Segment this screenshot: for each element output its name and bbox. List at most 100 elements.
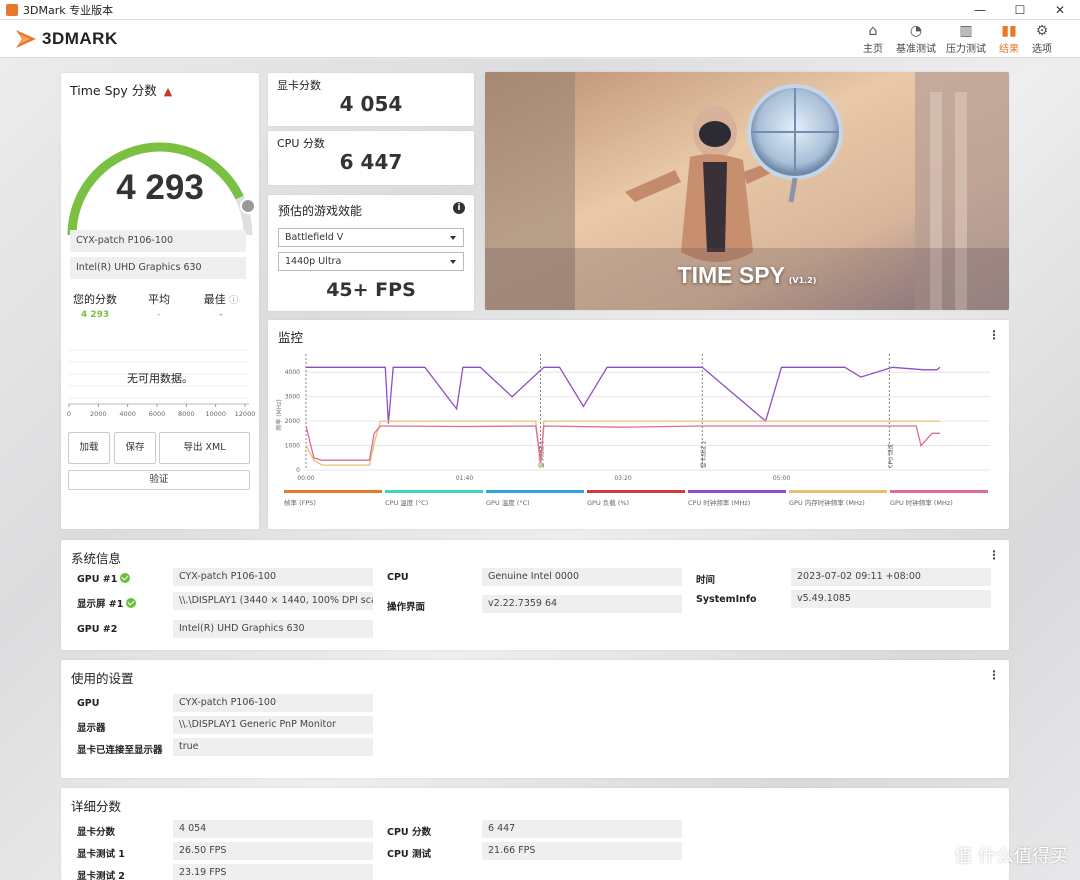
detail-gpu-score-label: 显卡分数 bbox=[77, 827, 116, 838]
gpu2-value: Intel(R) UHD Graphics 630 bbox=[173, 620, 373, 638]
warning-icon[interactable]: ▲ bbox=[164, 85, 172, 98]
your-score-label: 您的分数 bbox=[73, 293, 117, 306]
nav-benchmarks-label: 基准测试 bbox=[896, 44, 936, 55]
legend-item[interactable]: CPU 温度 (°C) bbox=[385, 490, 483, 510]
monitor-marker-label: 显卡测试 2 bbox=[699, 441, 707, 468]
gpu-score-value: 4 054 bbox=[339, 92, 403, 116]
nav-stress-label: 压力测试 bbox=[946, 44, 986, 55]
more-options-icon[interactable]: ⋮ bbox=[988, 668, 1000, 682]
nav-benchmarks[interactable]: ◔ 基准测试 bbox=[890, 22, 942, 55]
legend-label: CPU 时钟频率 (MHz) bbox=[688, 499, 751, 507]
detail-title: 详细分数 bbox=[71, 799, 122, 814]
window-title: 3DMark 专业版本 bbox=[23, 3, 114, 17]
minimize-button[interactable]: — bbox=[960, 0, 1000, 20]
legend-item[interactable]: GPU 负载 (%) bbox=[587, 490, 685, 510]
legend-swatch bbox=[890, 490, 988, 493]
maximize-button[interactable]: ☐ bbox=[1000, 0, 1040, 20]
legend-swatch bbox=[789, 490, 887, 493]
nav-results-label: 结果 bbox=[999, 44, 1019, 55]
legend-label: 帧率 (FPS) bbox=[284, 499, 316, 507]
gpu1-label: GPU #1 bbox=[77, 573, 131, 585]
systeminfo-label: SystemInfo bbox=[696, 594, 757, 605]
hero-title: TIME SPY bbox=[677, 262, 785, 288]
score-compare: 您的分数 4 293 平均 - 最佳 ⓘ - bbox=[61, 291, 259, 331]
nav-options-label: 选项 bbox=[1032, 44, 1052, 55]
average-value: - bbox=[157, 310, 161, 320]
load-button[interactable]: 加载 bbox=[68, 432, 110, 464]
window-titlebar: 3DMark 专业版本 — ☐ ✕ bbox=[0, 0, 1080, 20]
save-button[interactable]: 保存 bbox=[114, 432, 156, 464]
hero-image: TIME SPY (V1.2) bbox=[485, 72, 1009, 310]
legend-label: GPU 内存时钟频率 (MHz) bbox=[789, 499, 865, 507]
app-header: 3DMARK ⌂ 主页 ◔ 基准测试 ▥ 压力测试 ▮▮ 结果 ⚙ 选项 bbox=[0, 20, 1080, 58]
game-select[interactable]: Battlefield V bbox=[278, 228, 464, 247]
legend-swatch bbox=[688, 490, 786, 493]
legend-swatch bbox=[385, 490, 483, 493]
legend-label: GPU 时钟频率 (MHz) bbox=[890, 499, 953, 507]
legend-item[interactable]: 帧率 (FPS) bbox=[284, 490, 382, 510]
monitor-series-line bbox=[305, 425, 940, 463]
detailed-scores-card: 详细分数 显卡分数 4 054 显卡测试 1 26.50 FPS 显卡测试 2 … bbox=[61, 788, 1009, 880]
info-icon[interactable]: ⓘ bbox=[229, 296, 238, 306]
detail-gpu-test2-value: 23.19 FPS bbox=[173, 864, 373, 880]
watermark: 值 什么值得买 bbox=[954, 846, 1068, 867]
more-options-icon[interactable]: ⋮ bbox=[988, 548, 1000, 562]
dist-tick-label: 6000 bbox=[149, 410, 166, 418]
export-xml-button[interactable]: 导出 XML bbox=[159, 432, 250, 464]
dist-tick-label: 0 bbox=[67, 410, 71, 418]
hero-caption: TIME SPY (V1.2) bbox=[485, 262, 1009, 289]
cpu-value: Genuine Intel 0000 bbox=[482, 568, 682, 586]
monitor-xtick-label: 00:00 bbox=[297, 475, 314, 482]
dist-tick-label: 2000 bbox=[90, 410, 107, 418]
legend-item[interactable]: GPU 时钟频率 (MHz) bbox=[890, 490, 988, 510]
legend-label: GPU 温度 (°C) bbox=[486, 499, 530, 507]
legend-item[interactable]: CPU 时钟频率 (MHz) bbox=[688, 490, 786, 510]
time-value: 2023-07-02 09:11 +08:00 bbox=[791, 568, 991, 586]
no-data-text: 无可用数据。 bbox=[127, 372, 193, 385]
score-title-text: Time Spy 分数 bbox=[70, 83, 157, 98]
gpu-score-label: 显卡分数 bbox=[277, 79, 321, 92]
interface-label: 操作界面 bbox=[387, 602, 426, 613]
preset-select-value: 1440p Ultra bbox=[285, 256, 342, 267]
logo-mark-icon bbox=[16, 30, 36, 48]
monitor-ytick-label: 1000 bbox=[285, 443, 300, 450]
legend-swatch bbox=[284, 490, 382, 493]
system-info-title: 系统信息 bbox=[71, 551, 122, 566]
app-icon bbox=[6, 3, 18, 16]
logo: 3DMARK bbox=[14, 24, 118, 54]
settings-display-value: \\.\DISPLAY1 Generic PnP Monitor bbox=[173, 716, 373, 734]
settings-title: 使用的设置 bbox=[71, 671, 134, 686]
validate-button[interactable]: 验证 bbox=[68, 470, 250, 490]
dist-tick-label: 10000 bbox=[205, 410, 226, 418]
settings-connected-label: 显卡已连接至显示器 bbox=[77, 745, 163, 756]
monitor-ytick-label: 3000 bbox=[285, 394, 300, 401]
detail-gpu-test1-label: 显卡测试 1 bbox=[77, 849, 125, 860]
score-gpu-field: CYX-patch P106-100 bbox=[70, 230, 246, 252]
nav-home-label: 主页 bbox=[863, 44, 883, 55]
detail-cpu-test-label: CPU 测试 bbox=[387, 849, 431, 860]
time-label: 时间 bbox=[696, 575, 716, 586]
best-value: - bbox=[219, 310, 223, 320]
monitor-series-line bbox=[306, 366, 941, 424]
cpu-score-card: CPU 分数 6 447 bbox=[268, 131, 474, 185]
close-button[interactable]: ✕ bbox=[1040, 0, 1080, 20]
estimated-fps: 45+ FPS bbox=[326, 279, 416, 301]
score-title: Time Spy 分数 ▲ bbox=[70, 80, 172, 99]
check-icon bbox=[120, 573, 131, 583]
legend-item[interactable]: GPU 内存时钟频率 (MHz) bbox=[789, 490, 887, 510]
gpu-score-card: 显卡分数 4 054 bbox=[268, 73, 474, 126]
detail-gpu-test2-label: 显卡测试 2 bbox=[77, 871, 125, 880]
nav-options[interactable]: ⚙ 选项 bbox=[1017, 22, 1067, 55]
legend-item[interactable]: GPU 温度 (°C) bbox=[486, 490, 584, 510]
gear-icon: ⚙ bbox=[1035, 23, 1049, 39]
gpu1-value: CYX-patch P106-100 bbox=[173, 568, 373, 586]
dist-tick-label: 8000 bbox=[178, 410, 195, 418]
display1-value: \\.\DISPLAY1 (3440 × 1440, 100% DPI scal… bbox=[173, 592, 373, 610]
settings-card: 使用的设置 ⋮ GPU CYX-patch P106-100 显示器 \\.\D… bbox=[61, 660, 1009, 778]
info-icon[interactable]: i bbox=[453, 202, 465, 214]
preset-select[interactable]: 1440p Ultra bbox=[278, 252, 464, 271]
dist-tick-label: 12000 bbox=[235, 410, 256, 418]
settings-display-label: 显示器 bbox=[77, 723, 106, 734]
cpu-label: CPU bbox=[387, 572, 409, 583]
score-card: Time Spy 分数 ▲ 4 293 CYX-patch P106-100 I… bbox=[61, 73, 259, 529]
